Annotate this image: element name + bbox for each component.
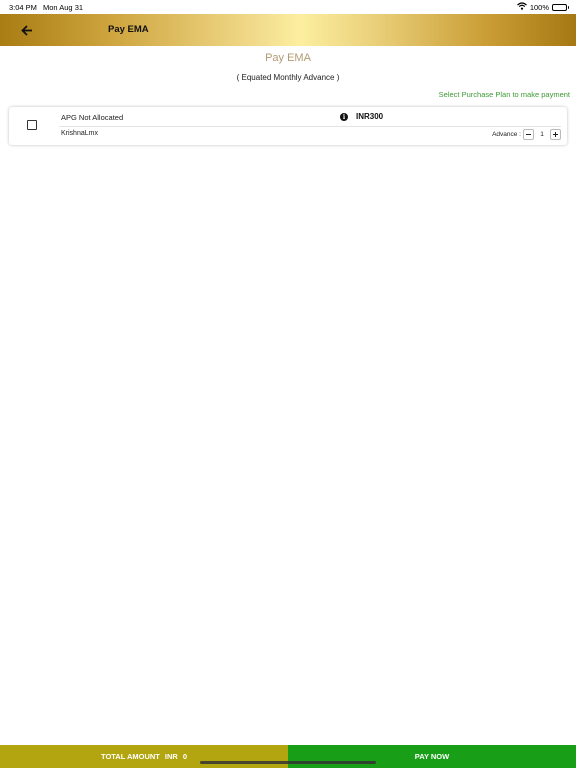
status-time: 3:04 PM [9, 3, 37, 12]
advance-label: Advance : [492, 131, 521, 138]
status-date: Mon Aug 31 [43, 3, 84, 12]
total-label: TOTAL AMOUNT [101, 752, 160, 761]
back-button[interactable] [18, 21, 36, 39]
decrement-button[interactable] [523, 129, 534, 140]
minus-icon [526, 134, 531, 135]
total-value: 0 [182, 752, 187, 761]
app-header: Pay EMA [0, 14, 576, 46]
pay-now-label: PAY NOW [414, 752, 450, 761]
battery-icon [552, 3, 569, 11]
home-indicator[interactable] [200, 761, 376, 764]
page-title: Pay EMA [265, 52, 311, 64]
card-divider [59, 126, 561, 127]
footer-bar: TOTAL AMOUNT INR 0 PAY NOW [0, 745, 576, 768]
total-amount: TOTAL AMOUNT INR 0 [0, 745, 288, 768]
customer-name: KrishnaLmx [61, 130, 98, 137]
pay-now-button[interactable]: PAY NOW [288, 745, 576, 768]
plan-card: APG Not Allocated i INR300 KrishnaLmx Ad… [9, 107, 567, 145]
arrow-left-icon [21, 24, 32, 36]
header-title: Pay EMA [108, 24, 149, 35]
battery-percent: 100% [529, 2, 549, 12]
advance-stepper: Advance : 1 [492, 129, 561, 140]
select-plan-hint: Select Purchase Plan to make payment [438, 90, 570, 99]
plan-label: APG Not Allocated [61, 113, 124, 122]
plan-checkbox[interactable] [27, 120, 37, 130]
plus-icon [553, 132, 558, 137]
status-bar: 3:04 PM Mon Aug 31 100% [0, 0, 576, 14]
info-icon[interactable]: i [340, 113, 348, 121]
page-subtitle: ( Equated Monthly Advance ) [236, 73, 340, 82]
total-currency: INR [164, 752, 178, 761]
increment-button[interactable] [550, 129, 561, 140]
plan-amount: INR300 [356, 112, 384, 121]
wifi-icon [516, 2, 527, 12]
status-right: 100% [516, 2, 569, 12]
advance-value: 1 [540, 131, 544, 138]
